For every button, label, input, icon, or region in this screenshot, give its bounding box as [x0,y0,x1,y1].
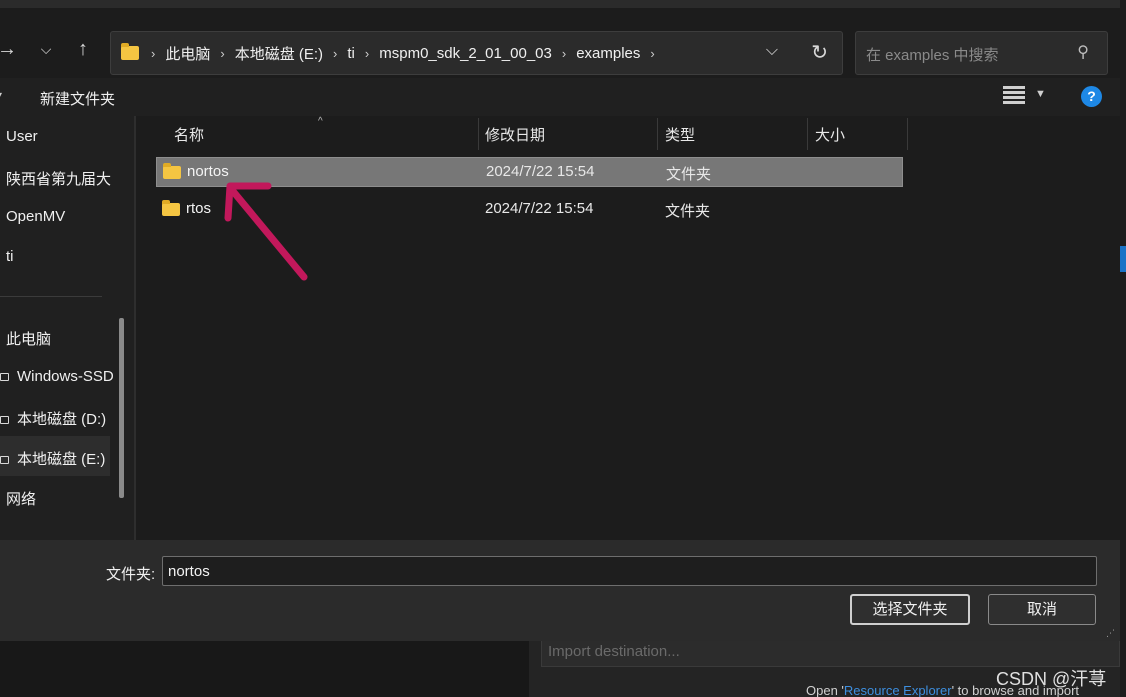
column-separator[interactable] [657,118,658,150]
column-header-size[interactable]: 大小 [815,124,845,145]
resize-grip-icon[interactable]: ⋰ [1106,628,1115,639]
title-strip [0,0,1120,8]
arrow-right-icon: → [0,38,17,60]
annotation-arrow-icon [224,182,308,281]
sidebar-item-shaanxi[interactable]: 陕西省第九届大 [6,168,111,189]
sidebar-item-drive-e[interactable]: 本地磁盘 (E:) [0,448,106,469]
crumb-drive-e[interactable]: 本地磁盘 (E:) [227,43,331,64]
address-row: → ⌵ ↑ › 此电脑 › 本地磁盘 (E:) › ti › mspm0_sdk… [0,8,1120,78]
crumb-this-pc[interactable]: 此电脑 [157,43,218,64]
background-accent [1120,246,1126,272]
chevron-right-icon[interactable]: › [560,46,568,61]
organize-chevron-icon[interactable]: ▾ [0,88,2,102]
sidebar-item-ti[interactable]: ti [6,248,14,265]
sort-ascending-icon: ^ [318,116,323,127]
file-modified: 2024/7/22 15:54 [485,200,594,217]
sidebar-item-openmv[interactable]: OpenMV [6,208,65,225]
folder-name-field[interactable] [162,556,1097,586]
crumb-sdk[interactable]: mspm0_sdk_2_01_00_03 [371,45,560,62]
sidebar-item-this-pc[interactable]: 此电脑 [6,328,51,349]
folder-picker-dialog: → ⌵ ↑ › 此电脑 › 本地磁盘 (E:) › ti › mspm0_sdk… [0,0,1120,641]
folder-icon [162,200,180,216]
navigation-pane: User 陕西省第九届大 OpenMV ti 此电脑 Windows-SSD 本… [0,116,133,540]
column-separator[interactable] [907,118,908,150]
address-history-chevron-icon[interactable]: ⌵ [766,42,778,60]
sidebar-item-user[interactable]: User [6,128,38,145]
recent-locations-button[interactable]: ⌵ [33,36,59,62]
breadcrumb: › 此电脑 › 本地磁盘 (E:) › ti › mspm0_sdk_2_01_… [121,32,657,74]
sidebar-item-windows-ssd[interactable]: Windows-SSD [0,368,114,385]
sidebar-item-label: 本地磁盘 (D:) [17,411,107,428]
up-button[interactable]: ↑ [70,36,96,62]
chevron-right-icon[interactable]: › [648,46,656,61]
import-destination-placeholder: Import destination... [548,643,680,660]
chevron-right-icon[interactable]: › [149,46,157,61]
crumb-examples[interactable]: examples [568,45,648,62]
sidebar-item-label: 本地磁盘 (E:) [17,451,106,468]
drive-icon [0,373,9,382]
column-header-name[interactable]: 名称 [174,124,204,145]
crumb-ti[interactable]: ti [339,45,363,62]
chevron-right-icon[interactable]: › [218,46,226,61]
column-header-modified[interactable]: 修改日期 [485,124,545,145]
hint-prefix: Open ' [806,683,844,697]
forward-button[interactable]: → [0,36,20,62]
import-destination-input[interactable]: Import destination... [541,641,1120,667]
sidebar-item-label: Windows-SSD [17,368,114,385]
drive-icon [0,416,9,425]
view-list-icon[interactable] [1003,86,1025,106]
folder-label: 文件夹: [106,566,156,583]
column-separator[interactable] [478,118,479,150]
help-icon[interactable]: ? [1081,86,1102,107]
resource-explorer-link[interactable]: Resource Explorer [844,683,952,697]
select-folder-button[interactable]: 选择文件夹 [850,594,970,625]
refresh-icon[interactable]: ↻ [811,40,828,65]
cancel-button[interactable]: 取消 [988,594,1096,625]
sidebar-item-network[interactable]: 网络 [6,488,36,509]
file-type: 文件夹 [665,203,711,220]
drive-icon [0,456,9,465]
arrow-up-icon: ↑ [78,38,88,60]
file-type: 文件夹 [666,166,712,183]
folder-icon [163,163,181,179]
watermark: CSDN @汗荨 [996,669,1107,689]
chevron-right-icon[interactable]: › [363,46,371,61]
sidebar-divider [0,296,102,297]
command-bar: ▾ 新建文件夹 ▼ ? [0,78,1120,116]
file-modified: 2024/7/22 15:54 [486,163,595,180]
chevron-down-icon: ⌵ [40,41,52,57]
search-input[interactable]: 在 examples 中搜索 ⚲ [855,31,1108,75]
column-header-type[interactable]: 类型 [665,124,695,145]
column-separator[interactable] [807,118,808,150]
dialog-footer: 文件夹: 选择文件夹 取消 ⋰ [0,540,1120,641]
view-options-chevron-icon[interactable]: ▼ [1035,88,1046,100]
folder-icon [121,43,139,60]
background-window-edge [1120,0,1126,697]
sidebar-item-drive-d[interactable]: 本地磁盘 (D:) [0,408,107,429]
chevron-right-icon[interactable]: › [331,46,339,61]
new-folder-button[interactable]: 新建文件夹 [40,88,115,109]
search-placeholder: 在 examples 中搜索 [866,47,999,64]
sidebar-scrollbar[interactable] [119,318,124,498]
search-icon[interactable]: ⚲ [1077,42,1089,62]
address-bar[interactable]: › 此电脑 › 本地磁盘 (E:) › ti › mspm0_sdk_2_01_… [110,31,843,75]
